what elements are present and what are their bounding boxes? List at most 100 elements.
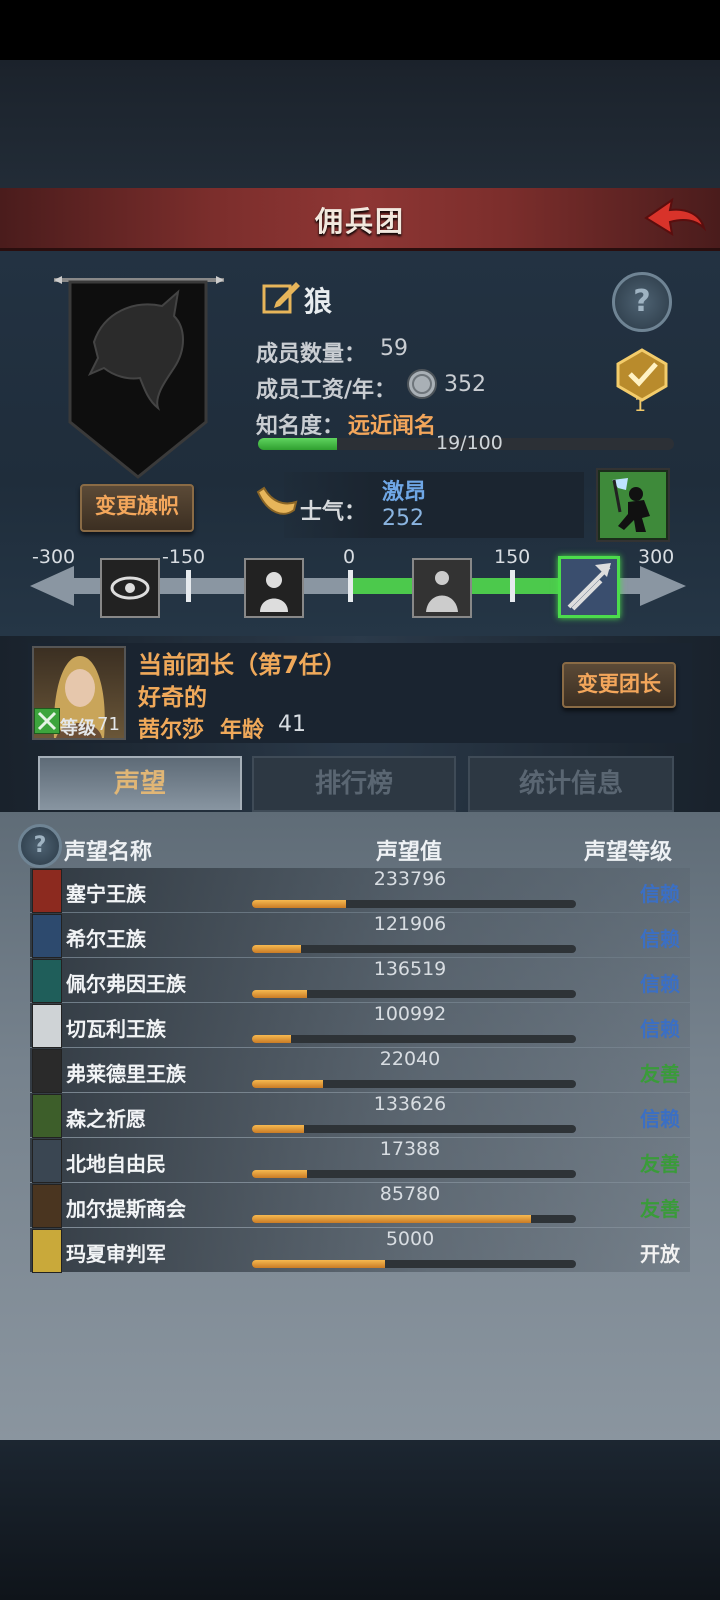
faction-name: 切瓦利王族 <box>66 1017 166 1041</box>
faction-crest-icon <box>32 914 62 958</box>
reputation-progress-bar <box>252 1215 576 1223</box>
leader-level: 71 <box>97 714 120 735</box>
silver-coin-icon <box>406 368 438 400</box>
reputation-value: 22040 <box>379 1048 441 1070</box>
faction-name: 塞宁王族 <box>66 882 146 906</box>
leader-age-label: 年龄 <box>220 718 265 743</box>
reputation-row[interactable]: 北地自由民 17388 友善 <box>30 1138 690 1183</box>
faction-name: 弗莱德里王族 <box>66 1062 186 1086</box>
morale-level-icon-excited[interactable] <box>558 556 620 618</box>
title-bar: 佣兵团 <box>0 188 720 251</box>
reputation-level: 信赖 <box>640 927 680 951</box>
reputation-value: 17388 <box>379 1138 441 1160</box>
faction-name: 北地自由民 <box>66 1152 166 1176</box>
faction-crest-icon <box>32 1049 62 1093</box>
faction-crest-icon <box>32 1094 62 1138</box>
faction-crest-icon <box>32 1139 62 1183</box>
reputation-progress-fill <box>252 1215 531 1223</box>
reputation-value: 85780 <box>379 1183 441 1205</box>
reputation-row[interactable]: 弗莱德里王族 22040 友善 <box>30 1048 690 1093</box>
wage-value: 352 <box>444 372 486 397</box>
fame-value: 远近闻名 <box>348 414 437 439</box>
reputation-row[interactable]: 切瓦利王族 100992 信赖 <box>30 1003 690 1048</box>
members-label: 成员数量： <box>256 342 367 367</box>
reputation-table-header: ? 声望名称 声望值 声望等级 <box>16 824 704 870</box>
reputation-help-icon[interactable]: ? <box>18 824 62 868</box>
tab-ranking[interactable]: 排行榜 <box>252 756 456 812</box>
morale-label: 士气： <box>300 500 367 525</box>
reputation-level: 友善 <box>640 1062 680 1086</box>
members-value: 59 <box>380 336 408 361</box>
reputation-value: 136519 <box>373 958 447 980</box>
reputation-progress-fill <box>252 1035 291 1043</box>
help-icon[interactable]: ? <box>612 272 672 332</box>
change-banner-button[interactable]: 变更旗帜 <box>80 484 194 532</box>
scale-tick-label: -150 <box>162 546 206 568</box>
reputation-level: 友善 <box>640 1152 680 1176</box>
leader-level-label: 等级 <box>60 718 96 739</box>
edit-name-icon[interactable] <box>262 276 302 316</box>
wage-label: 成员工资/年： <box>256 378 397 403</box>
reputation-value: 121906 <box>373 913 447 935</box>
bottom-area <box>0 1440 720 1600</box>
reputation-value: 133626 <box>373 1093 447 1115</box>
reputation-progress-bar <box>252 1170 576 1178</box>
morale-value: 252 <box>382 506 424 531</box>
reputation-progress-fill <box>252 1260 385 1268</box>
tab-reputation[interactable]: 声望 <box>38 756 242 810</box>
wolf-banner-icon <box>54 272 224 487</box>
reputation-progress-bar <box>252 1260 576 1268</box>
faction-crest-icon <box>32 1184 62 1228</box>
reputation-row[interactable]: 加尔提斯商会 85780 友善 <box>30 1183 690 1228</box>
badge-count: 1 <box>634 394 647 416</box>
class-icon <box>34 708 60 734</box>
faction-name: 希尔王族 <box>66 927 146 951</box>
faction-name: 玛夏审判军 <box>66 1242 166 1266</box>
reputation-progress-fill <box>252 1170 308 1178</box>
scale-tick-label: 0 <box>343 546 356 568</box>
reputation-progress-fill <box>252 1125 304 1133</box>
mercenary-name: 狼 <box>304 285 333 318</box>
reputation-level: 开放 <box>640 1242 680 1266</box>
reputation-progress-fill <box>252 990 308 998</box>
morale-level-icon-calm[interactable] <box>412 558 472 618</box>
reputation-progress-fill <box>252 900 346 908</box>
reputation-value: 5000 <box>385 1228 435 1250</box>
back-arrow-icon[interactable] <box>642 194 707 242</box>
reputation-row[interactable]: 佩尔弗因王族 136519 信赖 <box>30 958 690 1003</box>
reputation-progress-bar <box>252 900 576 908</box>
faction-crest-icon <box>32 959 62 1003</box>
leader-title: 当前团长（第7任） <box>138 651 347 679</box>
leader-trait: 好奇的 <box>138 685 207 711</box>
reputation-level: 信赖 <box>640 972 680 996</box>
reputation-row[interactable]: 希尔王族 121906 信赖 <box>30 913 690 958</box>
reputation-progress-bar <box>252 990 576 998</box>
header-name: 声望名称 <box>64 840 153 865</box>
top-area <box>0 60 720 188</box>
reputation-row[interactable]: 玛夏审判军 5000 开放 <box>30 1228 690 1273</box>
faction-name: 佩尔弗因王族 <box>66 972 186 996</box>
faction-crest-icon <box>32 1004 62 1048</box>
reputation-row[interactable]: 塞宁王族 233796 信赖 <box>30 868 690 913</box>
page-title: 佣兵团 <box>314 205 405 238</box>
header-level: 声望等级 <box>584 840 673 865</box>
reputation-level: 信赖 <box>640 882 680 906</box>
leader-name: 茜尔莎 <box>138 718 205 743</box>
morale-status-icon[interactable] <box>596 468 670 542</box>
morale-level-icon-despair[interactable] <box>244 558 304 618</box>
fame-label: 知名度： <box>256 414 345 439</box>
reputation-row[interactable]: 森之祈愿 133626 信赖 <box>30 1093 690 1138</box>
morale-level-icon-eye[interactable] <box>100 558 160 618</box>
reputation-progress-bar <box>252 1080 576 1088</box>
change-leader-button[interactable]: 变更团长 <box>562 662 676 708</box>
reputation-value: 100992 <box>373 1003 447 1025</box>
morale-state: 激昂 <box>382 480 427 505</box>
scale-tick-label: 300 <box>638 546 675 568</box>
reputation-progress-bar <box>252 1035 576 1043</box>
scale-tick-label: 150 <box>494 546 531 568</box>
faction-crest-icon <box>32 1229 62 1273</box>
fame-progress-text: 19/100 <box>436 432 503 454</box>
reputation-progress-bar <box>252 945 576 953</box>
reputation-level: 友善 <box>640 1197 680 1221</box>
tab-statistics[interactable]: 统计信息 <box>468 756 674 812</box>
